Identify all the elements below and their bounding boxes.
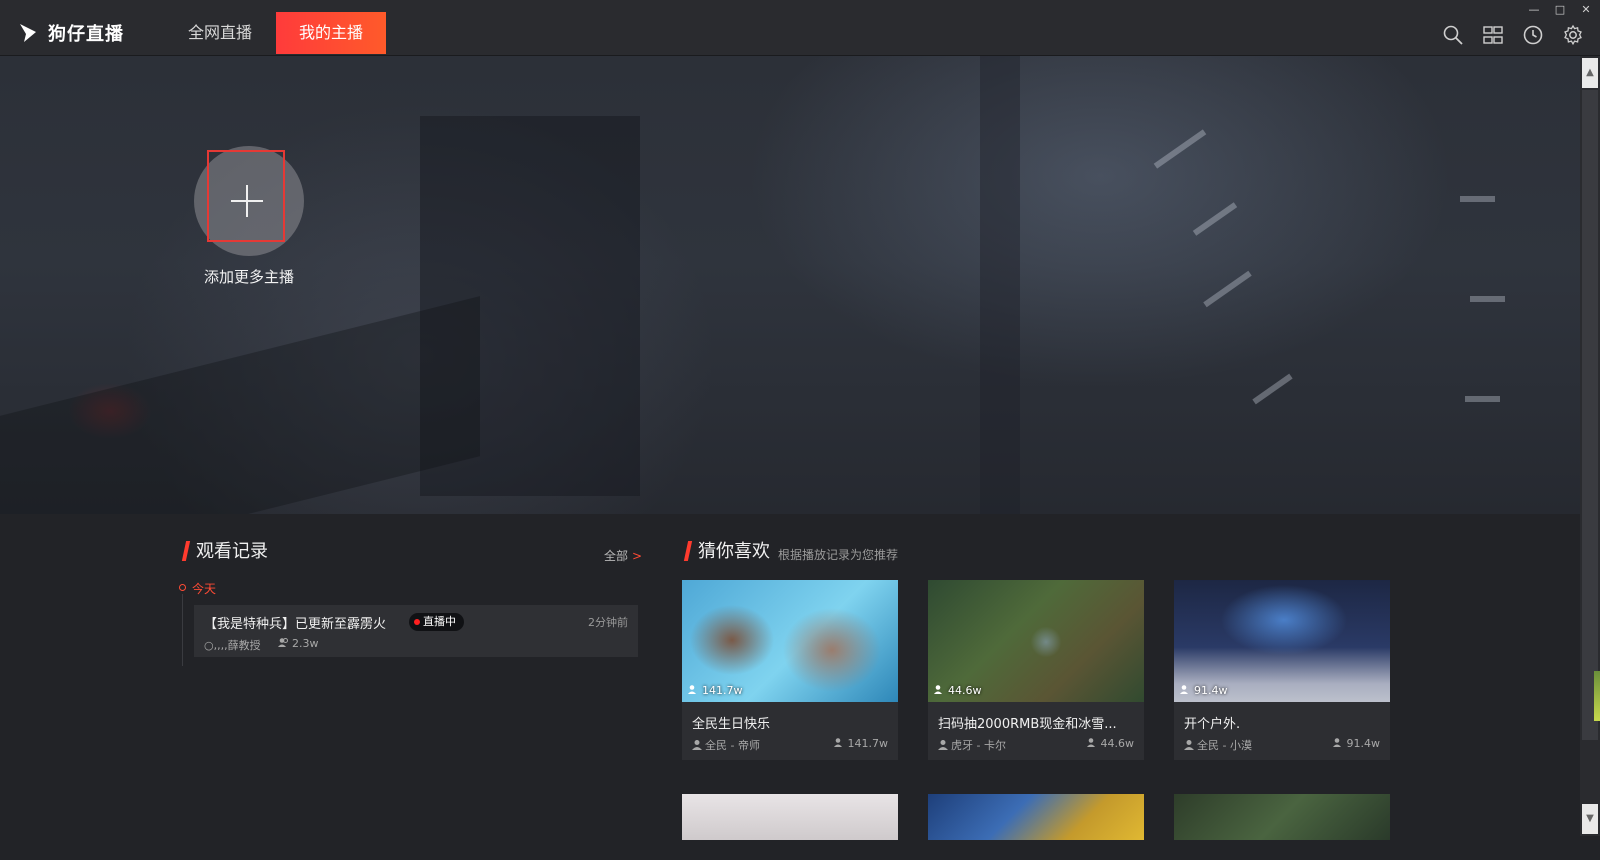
viewers-icon [1180,685,1188,694]
plus-icon [231,185,263,217]
card-count: 44.6w [1100,737,1135,750]
app-window: 狗仔直播 全网直播 我的主播 — □ ✕ 添加更多主播 ▲ ▼ 观看记录 全部 … [0,0,1600,860]
stream-thumbnail: 141.7w [682,580,898,702]
section-accent-bar [181,541,191,561]
thumb-views-wrap: 141.7w [688,684,743,697]
recommend-card[interactable]: 141.7w 全民生日快乐 全民 - 帝师 141.7w [682,580,898,760]
live-badge: 直播中 [409,613,464,631]
tab-all-live[interactable]: 全网直播 [166,12,274,54]
card-meta-wrap: 虎牙 - 卡尔 [938,737,1006,753]
thumb-views: 141.7w [702,684,743,697]
recommend-card[interactable] [682,794,898,840]
app-name: 狗仔直播 [48,24,124,45]
recommend-card[interactable] [928,794,1144,840]
card-count-wrap: 141.7w [833,737,889,750]
today-label: 今天 [192,582,217,596]
history-item-time: 2分钟前 [588,616,628,629]
history-item-user: ○,,,,薛教授 [204,639,261,652]
card-meta: 全民 - 帝师 [705,739,760,752]
history-item[interactable]: 【我是特种兵】已更新至霹雳火 直播中 2分钟前 ○,,,,薛教授 2.3w [194,605,638,657]
hero-banner: 添加更多主播 [0,56,1580,514]
card-count-wrap: 91.4w [1332,737,1381,750]
banner-stripe [1203,270,1252,308]
history-item-views-wrap: 2.3w [278,637,319,650]
card-title: 开个户外. [1184,717,1241,732]
card-meta-wrap: 全民 - 小漠 [1184,737,1252,753]
viewers-icon [1332,738,1341,747]
banner-stripe [1465,396,1500,402]
user-icon [1184,740,1194,750]
banner-stripe [1192,202,1238,236]
banner-stripe [1470,296,1505,302]
card-title: 扫码抽2000RMB现金和冰雪... [938,717,1117,732]
recommend-card[interactable] [1174,794,1390,840]
user-icon [938,740,948,750]
thumb-views-wrap: 44.6w [934,684,982,697]
app-logo: 狗仔直播 [18,20,124,46]
timeline-line [182,594,183,666]
section-accent-bar [683,541,693,561]
history-item-title: 【我是特种兵】已更新至霹雳火 [204,617,387,632]
card-count: 91.4w [1346,737,1381,750]
recommend-subtitle: 根据播放记录为您推荐 [778,548,899,562]
recommend-card[interactable]: 91.4w 开个户外. 全民 - 小漠 91.4w [1174,580,1390,760]
title-bar: 狗仔直播 全网直播 我的主播 — □ ✕ [0,0,1600,56]
gear-icon[interactable] [1562,24,1584,46]
history-all-link[interactable]: 全部 > [604,547,642,564]
search-icon[interactable] [1442,24,1464,46]
recommend-title: 猜你喜欢 [698,541,770,562]
tab-my-streamers[interactable]: 我的主播 [276,12,386,54]
recommend-card[interactable]: 44.6w 扫码抽2000RMB现金和冰雪... 虎牙 - 卡尔 44.6w [928,580,1144,760]
banner-stripe [1460,196,1495,202]
add-streamer-label: 添加更多主播 [203,268,294,286]
grid-icon[interactable] [1482,24,1504,46]
card-title: 全民生日快乐 [692,717,771,732]
scrollbar[interactable]: ▲ ▼ [1580,56,1600,836]
thumb-views: 91.4w [1194,684,1228,697]
scroll-down-button[interactable]: ▼ [1582,804,1598,834]
minimize-button[interactable]: — [1524,2,1544,18]
card-meta: 虎牙 - 卡尔 [951,739,1006,752]
timeline-dot-icon [179,584,186,591]
user-icon [692,740,702,750]
card-meta: 全民 - 小漠 [1197,739,1252,752]
card-count-wrap: 44.6w [1086,737,1135,750]
banner-stripe [1153,129,1207,169]
banner-pillar-shape [980,56,1020,514]
banner-stripe [1252,373,1293,405]
chevron-right-icon: > [632,549,643,563]
scroll-thumb[interactable] [1582,90,1598,740]
stream-thumbnail: 91.4w [1174,580,1390,702]
volume-meter [1594,671,1600,721]
viewers-icon [688,685,696,694]
viewers-icon [278,638,288,647]
banner-ground-shape [0,296,480,514]
scroll-up-button[interactable]: ▲ [1582,58,1598,88]
maximize-button[interactable]: □ [1550,2,1570,18]
viewers-icon [934,685,942,694]
clock-icon[interactable] [1522,24,1544,46]
stream-thumbnail: 44.6w [928,580,1144,702]
history-item-views: 2.3w [292,637,319,650]
card-count: 141.7w [847,737,889,750]
close-button[interactable]: ✕ [1576,2,1596,18]
viewers-icon [833,738,842,747]
thumb-views: 44.6w [948,684,982,697]
card-meta-wrap: 全民 - 帝师 [692,737,760,753]
history-title: 观看记录 [196,541,268,562]
viewers-icon [1086,738,1095,747]
all-link-text: 全部 [604,549,629,563]
play-logo-icon [20,24,36,42]
thumb-views-wrap: 91.4w [1180,684,1228,697]
